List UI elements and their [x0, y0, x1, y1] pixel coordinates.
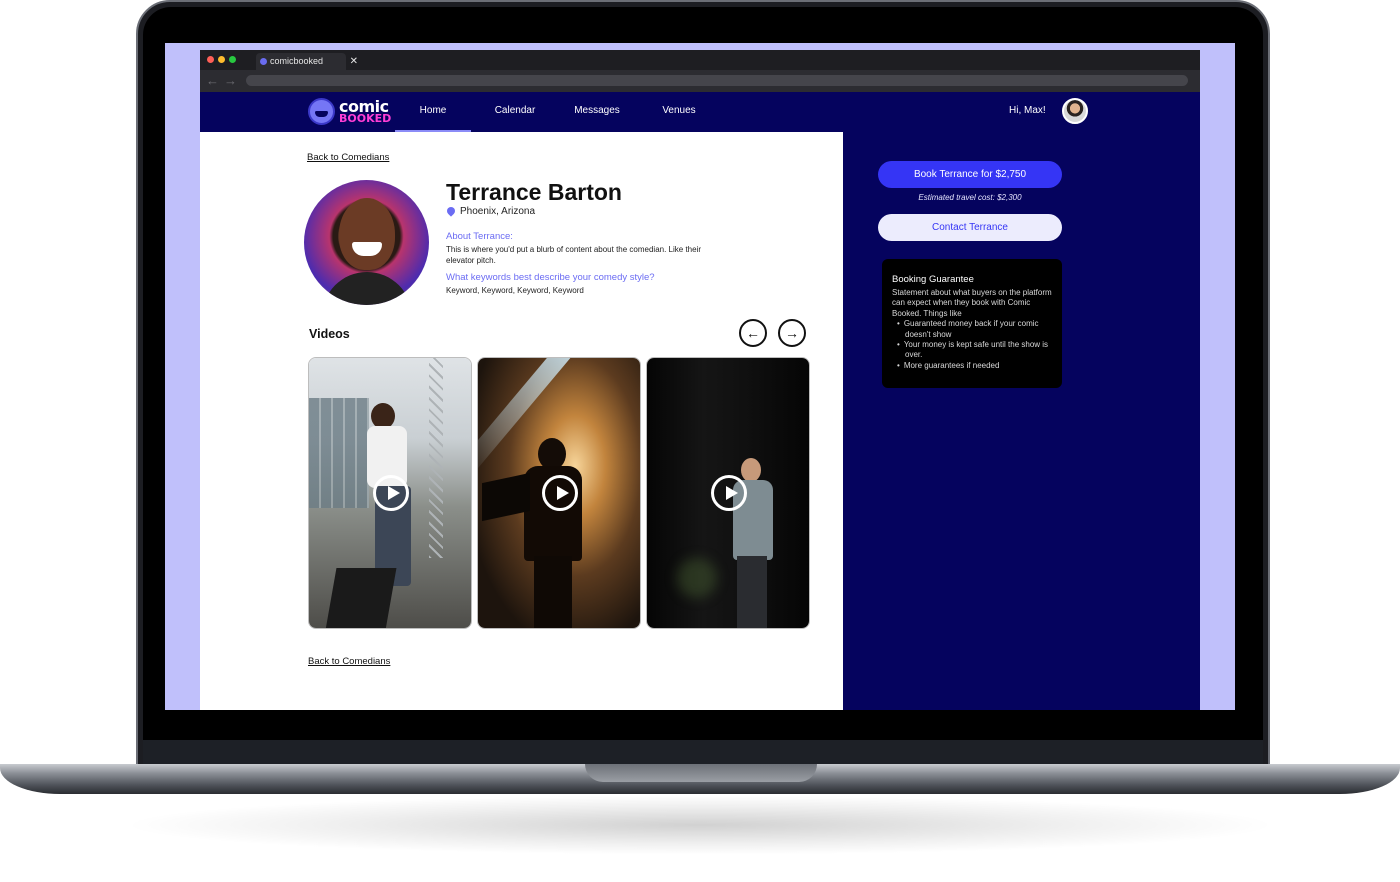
nav-messages[interactable]: Messages [563, 92, 631, 132]
keywords-label: What keywords best describe your comedy … [446, 272, 655, 283]
close-window-dot[interactable] [207, 56, 214, 63]
next-arrow-icon[interactable]: → [778, 319, 806, 347]
comedian-location: Phoenix, Arizona [460, 206, 536, 217]
laptop-notch [585, 764, 817, 782]
guarantee-item: Your money is kept safe until the show i… [892, 340, 1052, 361]
logo-wordmark-bottom[interactable]: BOOKED [339, 112, 391, 125]
browser-window: comicbooked ✕ ← → comic BOOKED Home Cale… [200, 50, 1200, 710]
guarantee-title: Booking Guarantee [892, 274, 974, 285]
previous-arrow-icon[interactable]: ← [739, 319, 767, 347]
guarantee-body: Statement about what buyers on the platf… [892, 288, 1052, 318]
tab-title: comicbooked [270, 56, 324, 66]
back-arrow-icon[interactable]: ← [206, 73, 219, 88]
videos-title: Videos [309, 327, 350, 341]
about-text: This is where you'd put a blurb of conte… [446, 245, 702, 265]
video-thumbnail-3[interactable] [646, 357, 810, 629]
nav-home[interactable]: Home [395, 92, 471, 132]
play-icon[interactable] [542, 475, 578, 511]
logo-mouth-icon [315, 111, 328, 117]
book-comedian-button[interactable]: Book Terrance for $2,750 [878, 161, 1062, 188]
user-greeting: Hi, Max! [1009, 105, 1046, 116]
laptop-chin [143, 740, 1263, 767]
video-thumbnail-1[interactable] [308, 357, 472, 629]
browser-address-bar: ← → [200, 70, 1200, 92]
url-field[interactable] [246, 75, 1188, 86]
laptop-frame: comicbooked ✕ ← → comic BOOKED Home Cale… [0, 0, 1400, 882]
comedian-profile-photo [304, 180, 429, 305]
booking-sidebar: Book Terrance for $2,750 Estimated trave… [843, 132, 1200, 710]
back-to-comedians-link-top[interactable]: Back to Comedians [307, 152, 389, 163]
minimize-window-dot[interactable] [218, 56, 225, 63]
favicon-icon [260, 58, 267, 65]
booking-guarantee-card: Booking Guarantee Statement about what b… [882, 259, 1062, 388]
tab-close-icon[interactable]: ✕ [350, 53, 358, 70]
travel-cost-note: Estimated travel cost: $2,300 [918, 193, 1022, 202]
guarantee-item: More guarantees if needed [892, 361, 1052, 371]
guarantee-item: Guaranteed money back if your comic does… [892, 319, 1052, 340]
maximize-window-dot[interactable] [229, 56, 236, 63]
user-avatar[interactable] [1062, 98, 1088, 124]
forward-arrow-icon[interactable]: → [224, 73, 237, 88]
comedian-name: Terrance Barton [446, 179, 622, 205]
logo-badge-icon[interactable] [308, 98, 335, 125]
location-pin-icon [445, 205, 457, 217]
keywords-text: Keyword, Keyword, Keyword, Keyword [446, 286, 584, 295]
nav-calendar[interactable]: Calendar [483, 92, 547, 132]
guarantee-list: Guaranteed money back if your comic does… [892, 319, 1052, 371]
about-label: About Terrance: [446, 231, 513, 242]
contact-comedian-button[interactable]: Contact Terrance [878, 214, 1062, 241]
screen: comicbooked ✕ ← → comic BOOKED Home Cale… [165, 43, 1235, 710]
play-icon[interactable] [373, 475, 409, 511]
video-thumbnail-2[interactable] [477, 357, 641, 629]
nav-venues[interactable]: Venues [650, 92, 708, 132]
browser-tab-bar: comicbooked ✕ [200, 50, 1200, 70]
laptop-shadow [120, 795, 1280, 855]
play-icon[interactable] [711, 475, 747, 511]
back-to-comedians-link-bottom[interactable]: Back to Comedians [308, 656, 390, 667]
browser-tab[interactable]: comicbooked ✕ [256, 53, 358, 70]
main-content: Back to Comedians Terrance Barton Phoeni… [200, 132, 843, 710]
app-header: comic BOOKED Home Calendar Messages Venu… [200, 92, 1200, 132]
